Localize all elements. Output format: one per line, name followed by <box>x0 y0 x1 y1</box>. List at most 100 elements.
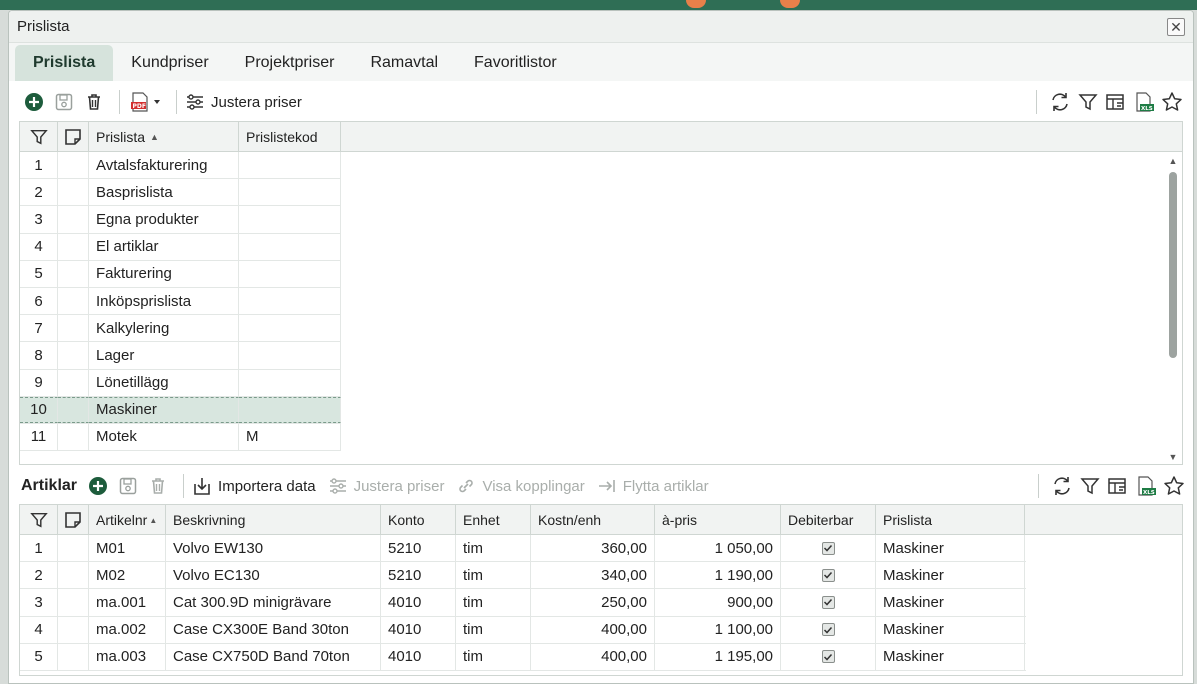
column-chooser-button[interactable] <box>1105 473 1131 499</box>
show-links-button[interactable]: Visa kopplingar <box>456 477 585 495</box>
pricelist-scrollbar[interactable]: ▲ ▼ <box>1166 156 1180 462</box>
refresh-button[interactable] <box>1049 473 1075 499</box>
adjust-prices-button[interactable]: Justera priser <box>185 93 302 111</box>
articles-section-label: Artiklar <box>21 477 78 494</box>
adjust-article-prices-button[interactable]: Justera priser <box>328 477 444 495</box>
debiterbar-checkbox[interactable] <box>821 595 835 609</box>
column-header-apris[interactable]: à-pris <box>655 505 781 535</box>
filter-button[interactable] <box>1075 89 1101 115</box>
close-button[interactable]: ✕ <box>1167 17 1185 36</box>
table-row[interactable]: 8 Lager <box>20 342 341 370</box>
column-header-prislistekod[interactable]: Prislistekod <box>239 122 341 152</box>
konto-cell: 4010 <box>381 589 456 616</box>
pricelist-name-cell: Basprislista <box>89 179 239 206</box>
table-row[interactable]: 4 El artiklar <box>20 233 341 261</box>
debiterbar-cell <box>781 562 876 589</box>
column-header-beskrivning[interactable]: Beskrivning <box>166 505 381 535</box>
debiterbar-checkbox[interactable] <box>821 650 835 664</box>
column-header-debiterbar[interactable]: Debiterbar <box>781 505 876 535</box>
kostnad-cell: 250,00 <box>531 589 655 616</box>
debiterbar-checkbox[interactable] <box>821 623 835 637</box>
pdf-export-button[interactable]: PDF <box>128 89 164 115</box>
note-cell <box>58 315 89 342</box>
scroll-up-icon[interactable]: ▲ <box>1166 156 1180 166</box>
table-row[interactable]: 4 ma.002 Case CX300E Band 30ton 4010 tim… <box>20 616 1026 644</box>
column-header-artikelnr[interactable]: Artikelnr ▲ <box>89 505 166 535</box>
move-articles-button[interactable]: Flytta artiklar <box>597 477 709 495</box>
xls-icon: XLS <box>1136 92 1154 112</box>
table-row[interactable]: 2 Basprislista <box>20 179 341 207</box>
table-row[interactable]: 2 M02 Volvo EC130 5210 tim 340,00 1 190,… <box>20 562 1026 590</box>
excel-export-button[interactable]: XLS <box>1131 89 1157 115</box>
import-data-button[interactable]: Importera data <box>192 476 316 496</box>
table-row[interactable]: 7 Kalkylering <box>20 315 341 343</box>
add-icon <box>89 477 108 495</box>
filter-column-header[interactable] <box>20 122 58 152</box>
add-article-button[interactable] <box>85 473 111 499</box>
table-settings-icon <box>1108 478 1126 494</box>
scrollbar-thumb[interactable] <box>1169 172 1177 358</box>
delete-button[interactable] <box>81 89 107 115</box>
note-cell <box>58 260 89 287</box>
enhet-cell: tim <box>456 562 531 589</box>
column-header-kostnad[interactable]: Kostn/enh <box>531 505 655 535</box>
konto-cell: 4010 <box>381 643 456 670</box>
tab-prislista[interactable]: Prislista <box>15 45 114 81</box>
artikelnr-cell: ma.003 <box>89 643 166 670</box>
move-articles-label: Flytta artiklar <box>622 477 709 495</box>
table-row[interactable]: 3 ma.001 Cat 300.9D minigrävare 4010 tim… <box>20 589 1026 617</box>
excel-export-button[interactable]: XLS <box>1133 473 1159 499</box>
note-cell <box>58 369 89 396</box>
refresh-button[interactable] <box>1047 89 1073 115</box>
note-column-header[interactable] <box>58 505 89 535</box>
save-button[interactable] <box>51 89 77 115</box>
beskrivning-cell: Cat 300.9D minigrävare <box>166 589 381 616</box>
row-number: 5 <box>20 643 58 670</box>
pricelist-grid-body: 1 Avtalsfakturering 2 Basprislista 3 Egna p… <box>20 152 341 452</box>
column-header-konto[interactable]: Konto <box>381 505 456 535</box>
table-row[interactable]: 11 Motek M <box>20 423 341 452</box>
table-row[interactable]: 3 Egna produkter <box>20 206 341 234</box>
table-row[interactable]: 9 Lönetillägg <box>20 369 341 397</box>
pricelist-name-cell: Kalkylering <box>89 315 239 342</box>
save-icon <box>55 93 73 111</box>
delete-article-button[interactable] <box>145 473 171 499</box>
debiterbar-checkbox[interactable] <box>821 568 835 582</box>
pricelist-grid-header: Prislista ▲ Prislistekod <box>20 122 1182 152</box>
star-icon <box>1162 92 1182 111</box>
adjust-prices-label: Justera priser <box>211 93 302 111</box>
table-row[interactable]: 1 Avtalsfakturering <box>20 152 341 180</box>
table-row[interactable]: 1 M01 Volvo EW130 5210 tim 360,00 1 050,… <box>20 535 1026 563</box>
tab-ramavtal[interactable]: Ramavtal <box>352 45 456 81</box>
tab-kundpriser[interactable]: Kundpriser <box>113 45 226 81</box>
table-row[interactable]: 5 Fakturering <box>20 260 341 288</box>
sort-ascending-icon: ▲ <box>149 515 158 525</box>
table-row[interactable]: 5 ma.003 Case CX750D Band 70ton 4010 tim… <box>20 643 1026 671</box>
table-row[interactable]: 6 Inköpsprislista <box>20 287 341 316</box>
sliders-icon <box>329 478 346 494</box>
konto-cell: 4010 <box>381 616 456 643</box>
tab-bar: Prislista Kundpriser Projektpriser Ramav… <box>9 43 1193 81</box>
column-header-label: Enhet <box>463 512 500 528</box>
save-article-button[interactable] <box>115 473 141 499</box>
filter-column-header[interactable] <box>20 505 58 535</box>
table-row-selected[interactable]: 10 Maskiner <box>20 396 341 424</box>
tab-favoritlistor[interactable]: Favoritlistor <box>456 45 575 81</box>
column-header-prislista[interactable]: Prislista ▲ <box>89 122 239 152</box>
column-header-enhet[interactable]: Enhet <box>456 505 531 535</box>
debiterbar-checkbox[interactable] <box>821 541 835 555</box>
favorite-button[interactable] <box>1161 473 1187 499</box>
filter-button[interactable] <box>1077 473 1103 499</box>
column-chooser-button[interactable] <box>1103 89 1129 115</box>
add-button[interactable] <box>21 89 47 115</box>
import-data-label: Importera data <box>218 477 316 495</box>
note-column-header[interactable] <box>58 122 89 152</box>
toolbar-separator <box>183 474 185 498</box>
column-header-prislista[interactable]: Prislista <box>876 505 1025 535</box>
tab-projektpriser[interactable]: Projektpriser <box>227 45 353 81</box>
konto-cell: 5210 <box>381 562 456 589</box>
add-icon <box>25 93 43 111</box>
scroll-down-icon[interactable]: ▼ <box>1166 452 1180 462</box>
filter-icon <box>29 512 48 528</box>
favorite-button[interactable] <box>1159 89 1185 115</box>
